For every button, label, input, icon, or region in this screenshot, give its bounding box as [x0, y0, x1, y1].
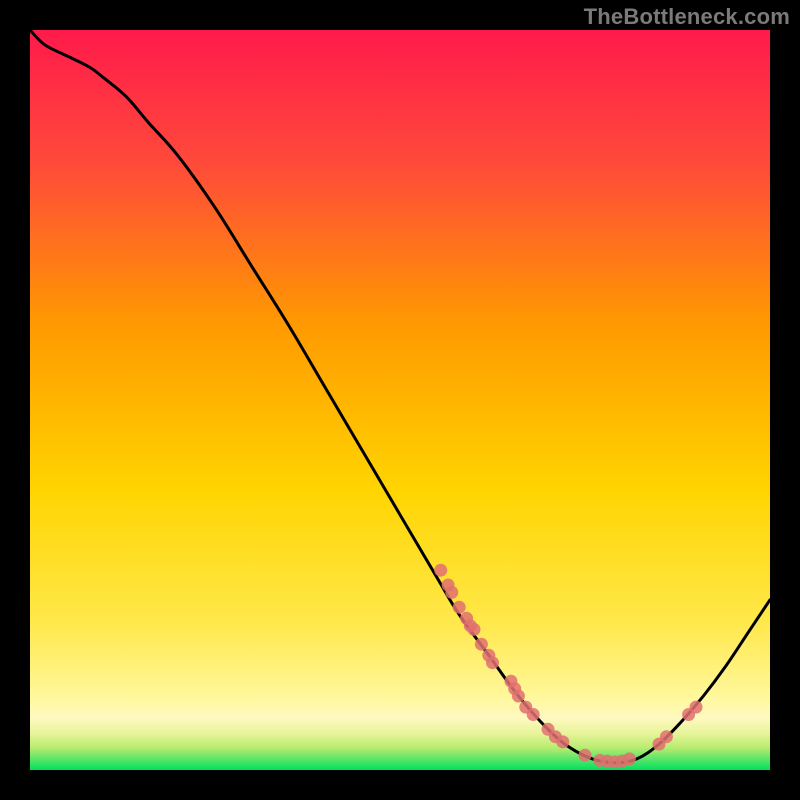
data-point [690, 701, 703, 714]
data-point [453, 601, 466, 614]
chart-frame: TheBottleneck.com [0, 0, 800, 800]
data-point [660, 730, 673, 743]
data-point [579, 749, 592, 762]
watermark-text: TheBottleneck.com [584, 4, 790, 30]
data-point [434, 564, 447, 577]
data-point [556, 735, 569, 748]
data-point [468, 623, 481, 636]
data-point [623, 752, 636, 765]
data-point [527, 708, 540, 721]
data-point [445, 586, 458, 599]
data-point [512, 690, 525, 703]
chart-svg [30, 30, 770, 770]
data-point [486, 656, 499, 669]
gradient-bg [30, 30, 770, 770]
plot-area [30, 30, 770, 770]
data-point [475, 638, 488, 651]
